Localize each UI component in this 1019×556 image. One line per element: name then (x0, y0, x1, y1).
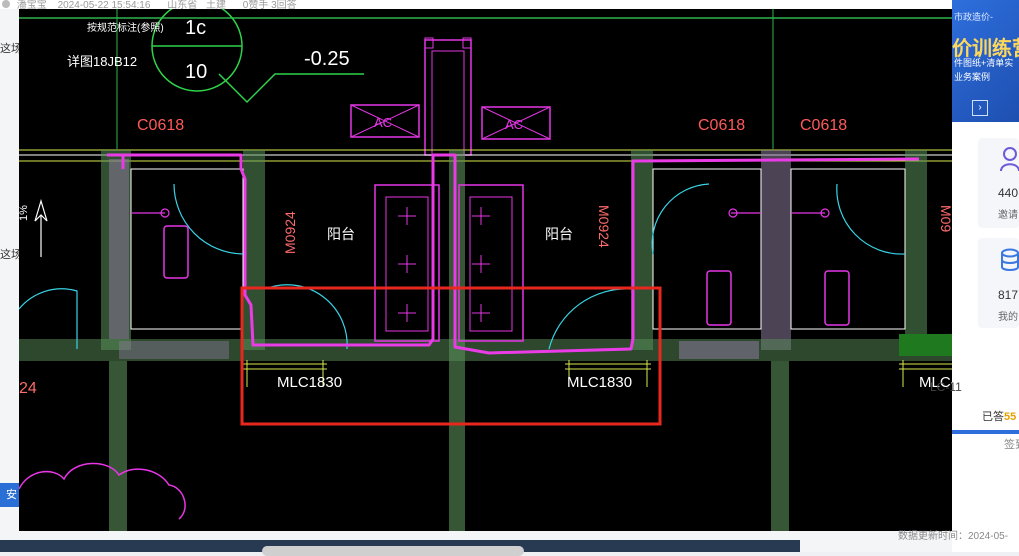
post-datetime: 2024-05-22 15:54:16 (57, 0, 151, 10)
ac-label-right: AC (505, 117, 523, 132)
invite-label: 邀请 (998, 210, 1018, 221)
tree-outline (19, 462, 186, 520)
training-camp-banner[interactable]: 市政造价- 价训练营 件图纸+清单实 业务案例 › (952, 0, 1019, 122)
toilet-fixture (824, 270, 850, 326)
door-label: M09 (938, 205, 952, 232)
banner-line: 业务案例 (954, 72, 991, 82)
my-count: 817 (998, 288, 1019, 302)
balcony-unit-right (458, 184, 524, 342)
progress-bar (952, 430, 1019, 434)
duct-outline (431, 50, 465, 156)
room-label: 阳台 (545, 226, 573, 242)
floor-hatch (679, 341, 759, 359)
right-sidebar: 市政造价- 价训练营 件图纸+清单实 业务案例 › 440 邀请 817 我的 … (952, 0, 1019, 552)
question-meta-bar: 潘宝宝 2024-05-22 15:54:16 山东省 土建 0赞手 3回答 (0, 0, 1019, 9)
invite-count: 440 (998, 186, 1019, 200)
sign-in-button[interactable]: 签到 (1004, 436, 1019, 452)
bathroom-room (130, 168, 244, 330)
cad-drawing-image: 1c 10 按规范标注(参照) 详图18JB12 -0.25 AC AC C06… (19, 9, 952, 531)
drain-symbols (398, 207, 490, 322)
toilet-fixture (163, 225, 189, 279)
my-card[interactable]: 817 我的 (978, 238, 1019, 328)
floating-label: LC-11 (930, 380, 962, 394)
bathroom-room (790, 168, 906, 330)
scale-top-label: 1c (185, 17, 206, 39)
wall-hatch (761, 150, 791, 350)
cad-note: 按规范标注(参照) (87, 21, 164, 34)
slope-label: 1% (19, 205, 30, 221)
region-tag: 山东省 (167, 0, 198, 10)
door-swing (651, 183, 710, 255)
wall-hatch (905, 150, 927, 350)
stats-text: 0赞手 3回答 (242, 0, 297, 10)
database-icon (1001, 248, 1019, 271)
banner-line: 件图纸+清单实 (954, 58, 1014, 68)
elevation-label: -0.25 (304, 48, 350, 70)
discipline-tag: 土建 (205, 0, 226, 10)
door-label: M0924 (282, 211, 298, 254)
user-icon (1000, 147, 1019, 172)
banner-subtitle: 市政造价- (954, 12, 993, 22)
left-action-button[interactable]: 安 (0, 483, 19, 507)
room-label: 阳台 (327, 226, 355, 242)
scale-bottom-label: 10 (185, 61, 207, 83)
door-swing (836, 183, 906, 255)
window-label: C0618 (800, 117, 847, 134)
wall-hatch (109, 159, 129, 339)
data-update-time: 数据更新时间：2024-05- (898, 531, 1009, 542)
username[interactable]: 潘宝宝 (17, 1, 47, 10)
answered-prefix: 已答 (982, 411, 1004, 423)
elevation-marker (218, 73, 364, 104)
column (771, 361, 789, 531)
mlc-label: MLC1830 (567, 374, 632, 391)
cad-canvas: 1c 10 按规范标注(参照) 详图18JB12 -0.25 AC AC C06… (19, 9, 952, 531)
column (109, 361, 127, 531)
user-avatar[interactable] (2, 0, 10, 8)
answered-count: 已答55 (982, 408, 1016, 424)
banner-next-button[interactable]: › (972, 100, 988, 116)
window-label: C0618 (137, 117, 184, 134)
window-label: C0618 (698, 117, 745, 134)
floor-hatch (899, 334, 952, 356)
bottom-scroll-pill[interactable] (262, 546, 524, 556)
door-label: M0924 (596, 205, 612, 248)
left-dim-label: 24 (19, 380, 37, 397)
door-swing (173, 183, 244, 255)
invite-card[interactable]: 440 邀请 (978, 138, 1019, 228)
toilet-fixture (706, 270, 732, 326)
mlc-label: MLC1830 (277, 374, 342, 391)
cad-note: 详图18JB12 (67, 54, 137, 69)
floor-hatch (119, 341, 229, 359)
ac-label-left: AC (374, 115, 392, 130)
answered-number: 55 (1004, 411, 1017, 423)
my-label: 我的 (998, 312, 1018, 323)
